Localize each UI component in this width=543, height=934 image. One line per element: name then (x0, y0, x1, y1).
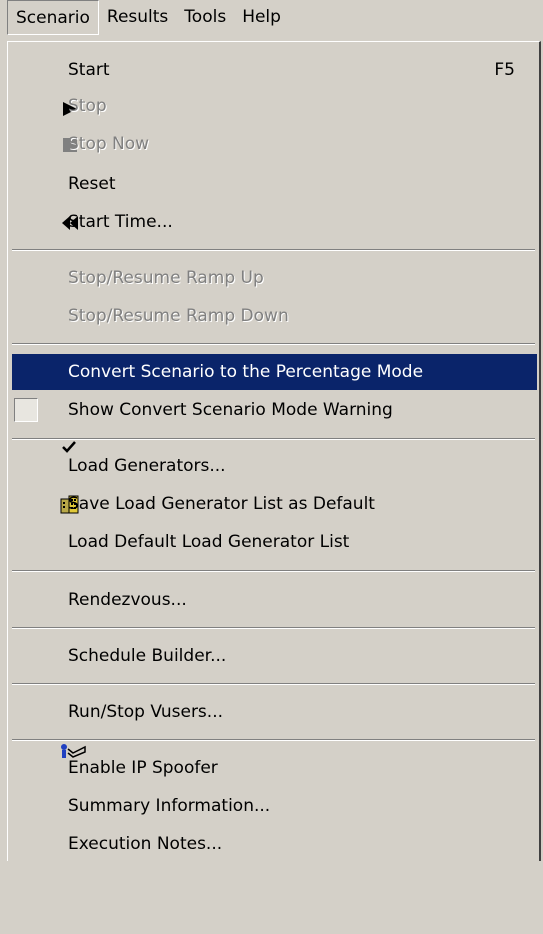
menu-separator (12, 249, 535, 251)
menu-scenario[interactable]: Scenario (7, 0, 99, 35)
rewind-icon (16, 174, 79, 230)
menu-item-stop-now[interactable]: Stop Now (12, 126, 537, 162)
menu-item-load-generators[interactable]: Load Generators... (12, 448, 537, 514)
menu-item-rendezvous[interactable]: Rendezvous... (12, 582, 537, 618)
menu-item-show-convert-warning-label: Show Convert Scenario Mode Warning (68, 400, 393, 420)
menu-item-run-stop-vusers-label: Run/Stop Vusers... (68, 702, 224, 722)
menu-item-start-time-label: Start Time... (68, 212, 173, 232)
stop-square-icon (16, 96, 78, 152)
menu-item-convert-scenario-label: Convert Scenario to the Percentage Mode (68, 362, 424, 382)
menu-item-load-generators-label: Load Generators... (68, 456, 226, 476)
menu-separator (12, 683, 535, 685)
menu-item-execution-notes[interactable]: Execution Notes... (12, 826, 537, 862)
menu-separator (12, 570, 535, 572)
menu-item-rendezvous-label: Rendezvous... (68, 590, 187, 610)
menu-tools[interactable]: Tools (176, 0, 234, 35)
menu-item-stop-label: Stop (68, 96, 107, 116)
menu-item-stop-resume-ramp-up[interactable]: Stop/Resume Ramp Up (12, 260, 537, 296)
menu-item-reset[interactable]: Reset (12, 166, 537, 230)
menu-bar: Scenario Results Tools Help (0, 0, 543, 44)
building-icon (16, 456, 79, 514)
menu-separator (12, 343, 535, 345)
menu-item-stop-now-label: Stop Now (68, 134, 150, 154)
menu-separator (12, 438, 535, 440)
menu-separator (12, 739, 535, 741)
menu-item-stop-resume-ramp-up-label: Stop/Resume Ramp Up (68, 268, 264, 288)
menu-item-start-label: Start (68, 60, 110, 80)
vuser-run-icon (16, 702, 86, 758)
menu-item-enable-ip-spoofer-label: Enable IP Spoofer (68, 758, 218, 778)
menu-item-stop-resume-ramp-down-label: Stop/Resume Ramp Down (68, 306, 289, 326)
menu-item-load-default-generator-list[interactable]: Load Default Load Generator List (12, 524, 537, 560)
menu-item-schedule-builder[interactable]: Schedule Builder... (12, 638, 537, 674)
menu-item-save-load-generator-list-label: Save Load Generator List as Default (68, 494, 375, 514)
menu-separator (12, 627, 535, 629)
menu-item-run-stop-vusers[interactable]: Run/Stop Vusers... (12, 694, 537, 758)
menu-item-schedule-builder-label: Schedule Builder... (68, 646, 227, 666)
checked-state-box (14, 398, 77, 453)
menu-item-stop-resume-ramp-down[interactable]: Stop/Resume Ramp Down (12, 298, 537, 334)
menu-item-execution-notes-label: Execution Notes... (68, 834, 223, 854)
menu-item-summary-information[interactable]: Summary Information... (12, 788, 537, 824)
menu-item-start-shortcut: F5 (494, 60, 515, 80)
menu-item-enable-ip-spoofer[interactable]: Enable IP Spoofer (12, 750, 537, 786)
play-icon (16, 60, 78, 116)
menu-item-start-time[interactable]: Start Time... (12, 204, 537, 240)
menu-item-save-load-generator-list[interactable]: Save Load Generator List as Default (12, 486, 537, 522)
menu-item-summary-information-label: Summary Information... (68, 796, 271, 816)
menu-help[interactable]: Help (234, 0, 289, 35)
menu-item-start[interactable]: Start F5 (12, 52, 537, 116)
menu-results[interactable]: Results (99, 0, 176, 35)
menu-item-stop[interactable]: Stop (12, 88, 537, 152)
menu-item-load-default-generator-list-label: Load Default Load Generator List (68, 532, 350, 552)
menu-item-convert-scenario[interactable]: Convert Scenario to the Percentage Mode (12, 354, 537, 390)
menu-item-reset-label: Reset (68, 174, 116, 194)
scenario-dropdown-menu: Start F5 Stop Stop Now Reset Start Time.… (7, 41, 541, 861)
menu-item-show-convert-warning[interactable]: Show Convert Scenario Mode Warning (12, 392, 537, 453)
